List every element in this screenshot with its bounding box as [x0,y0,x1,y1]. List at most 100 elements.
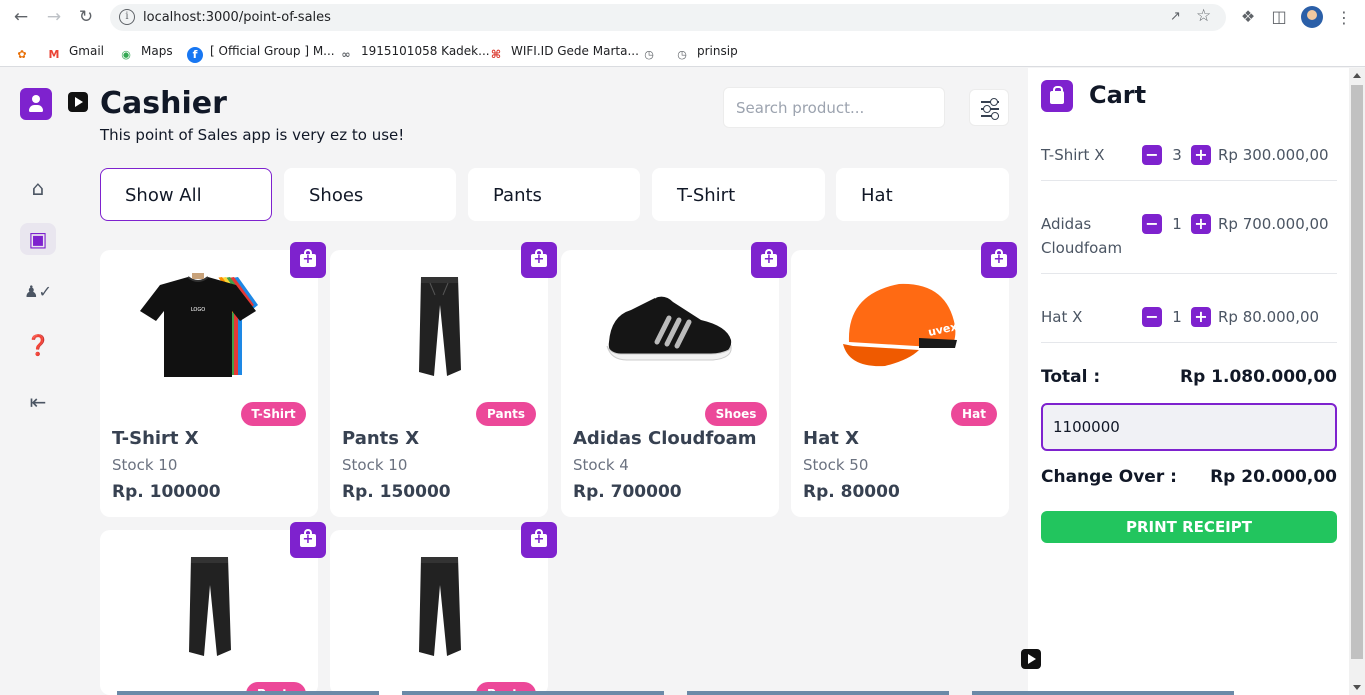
add-to-cart-button[interactable] [521,522,557,558]
thumbnail-strip [687,691,949,695]
cap-image: uvex [843,283,959,367]
page-subtitle: This point of Sales app is very ez to us… [100,126,405,144]
product-card[interactable]: Pants Pants X Stock 10 Rp. 150000 [330,250,548,517]
product-name: Adidas Cloudfoam [573,428,757,449]
share-icon[interactable]: ↗ [1170,9,1186,25]
play-icon[interactable] [1021,649,1041,669]
thumbnail-strip [117,691,379,695]
bookmark-wifi-id[interactable]: ⌘ WIFI.ID Gede Marta... [488,41,639,61]
bookmark-globe[interactable]: ◷ [641,41,664,61]
svg-text:LOGO: LOGO [191,307,205,313]
play-icon[interactable] [68,92,88,112]
bookmark-prinsip[interactable]: ◷ prinsip [674,41,738,61]
back-arrow-icon[interactable]: ← [10,6,32,28]
tshirt-image: LOGO [140,273,258,377]
sidebar: ⌂ ▣ ♟✓ ❓ ⇤ [0,68,80,695]
change-label: Change Over : [1041,467,1177,487]
add-to-cart-button[interactable] [751,242,787,278]
bookmark-kadek[interactable]: ∞ 1915101058 Kadek... [338,41,489,61]
bookmark-sunflower[interactable]: ✿ [14,41,37,61]
page-title: Cashier [100,86,227,121]
decrease-qty-button[interactable]: − [1142,307,1162,327]
change-value: Rp 20.000,00 [1210,467,1337,487]
bookmarks-bar: ✿ M Gmail ◉ Maps f[ Official Group ] M... … [0,35,1365,67]
gmail-icon: M [48,48,60,61]
product-price: Rp. 150000 [342,482,451,502]
tab-shoes[interactable]: Shoes [284,168,456,221]
cart-item-qty: 3 [1172,146,1182,164]
divider [1041,180,1337,181]
pants-image [419,277,461,376]
bookmark-star-icon[interactable]: ☆ [1196,6,1214,26]
extensions-puzzle-icon[interactable]: ❖ [1238,7,1258,27]
tab-t-shirt[interactable]: T-Shirt [652,168,825,221]
total-label: Total : [1041,367,1101,387]
bookmark-gmail[interactable]: M Gmail [46,41,105,61]
url-text[interactable]: localhost:3000/point-of-sales [143,10,331,25]
cart-item-name: T-Shirt X [1041,146,1105,164]
forward-arrow-icon[interactable]: → [43,6,65,28]
user-logo-icon[interactable] [20,88,52,120]
increase-qty-button[interactable]: + [1191,145,1211,165]
divider [1041,273,1337,274]
product-name: T-Shirt X [112,428,199,449]
scroll-up-arrow-icon[interactable] [1353,73,1361,78]
search-input[interactable] [723,87,945,128]
product-card[interactable]: Pants [330,530,548,695]
increase-qty-button[interactable]: + [1191,307,1211,327]
category-badge: Shoes [705,402,767,426]
payment-amount-input[interactable] [1041,403,1337,451]
bookmark-maps[interactable]: ◉ Maps [118,41,172,61]
add-to-cart-button[interactable] [290,522,326,558]
tab-hat[interactable]: Hat [836,168,1009,221]
decrease-qty-button[interactable]: − [1142,214,1162,234]
decrease-qty-button[interactable]: − [1142,145,1162,165]
cart-item-price: Rp 700.000,00 [1218,215,1329,233]
product-stock: Stock 10 [342,456,408,474]
facebook-icon: f [187,47,203,63]
product-name: Pants X [342,428,420,449]
product-card[interactable]: Pants [100,530,318,695]
add-to-cart-button[interactable] [521,242,557,278]
profile-avatar[interactable] [1301,6,1323,28]
globe-icon: ◷ [677,48,687,61]
logout-icon[interactable]: ⇤ [20,386,56,418]
product-price: Rp. 700000 [573,482,682,502]
product-stock: Stock 50 [803,456,869,474]
category-badge: Hat [951,402,997,426]
category-badge: T-Shirt [241,402,306,426]
add-to-cart-button[interactable] [290,242,326,278]
monitor-icon[interactable]: ▣ [20,223,56,255]
cart-item-qty: 1 [1172,308,1182,326]
maps-icon: ◉ [121,48,131,61]
link-icon: ∞ [341,48,351,61]
cart-item-price: Rp 300.000,00 [1218,146,1329,164]
help-tag-icon[interactable]: ❓ [20,329,56,361]
bookmark-facebook-group[interactable]: f[ Official Group ] M... [187,41,335,63]
side-panel-icon[interactable]: ◫ [1269,7,1289,27]
filter-sliders-icon[interactable] [969,89,1009,126]
product-card[interactable]: Shoes Adidas Cloudfoam Stock 4 Rp. 70000… [561,250,779,517]
reload-icon[interactable]: ↻ [75,6,97,28]
cart-item-price: Rp 80.000,00 [1218,308,1320,326]
page-scrollbar[interactable] [1349,68,1365,695]
tab-show-all[interactable]: Show All [100,168,272,221]
product-name: Hat X [803,428,859,449]
product-card[interactable]: uvex Hat Hat X Stock 50 Rp. 80000 [791,250,1009,517]
product-stock: Stock 10 [112,456,178,474]
scroll-down-arrow-icon[interactable] [1353,685,1361,690]
user-check-icon[interactable]: ♟✓ [20,276,56,308]
address-bar[interactable]: i localhost:3000/point-of-sales ↗ ☆ [110,4,1226,31]
product-card[interactable]: LOGO T-Shirt T-Shirt X Stock 10 Rp. 1000… [100,250,318,517]
add-to-cart-button[interactable] [981,242,1017,278]
browser-toolbar: ← → ↻ i localhost:3000/point-of-sales ↗ … [0,0,1365,35]
increase-qty-button[interactable]: + [1191,214,1211,234]
site-info-icon[interactable]: i [119,9,135,25]
browser-menu-icon[interactable]: ⋮ [1336,8,1352,28]
print-receipt-button[interactable]: PRINT RECEIPT [1041,511,1337,543]
product-price: Rp. 80000 [803,482,900,502]
home-icon[interactable]: ⌂ [20,172,56,204]
scrollbar-thumb[interactable] [1351,85,1363,659]
tab-pants[interactable]: Pants [468,168,640,221]
pants-image [189,557,231,656]
